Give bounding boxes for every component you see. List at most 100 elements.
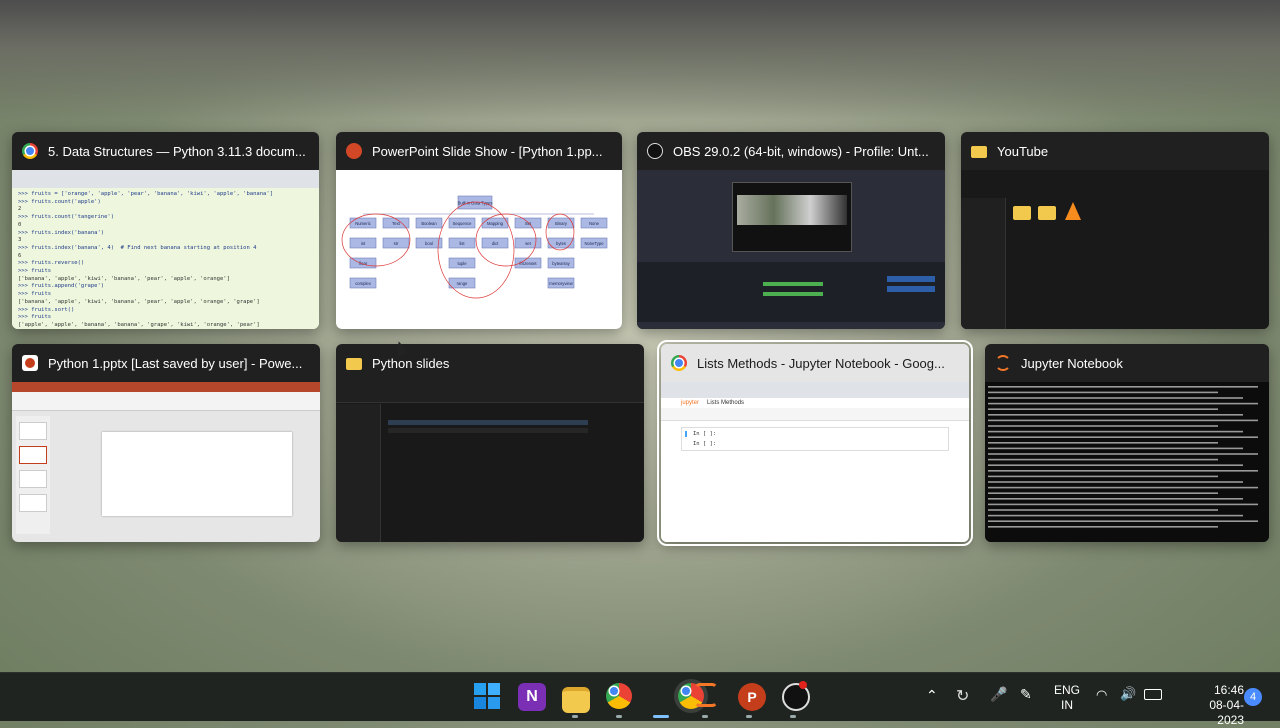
slide-node-label: complex xyxy=(355,281,371,286)
battery-icon[interactable] xyxy=(1144,689,1162,700)
console-line xyxy=(988,509,1218,511)
slide-node-label: range xyxy=(457,281,468,286)
sync-icon[interactable]: ↻ xyxy=(956,686,969,706)
console-line xyxy=(988,430,1243,433)
slide-node-label: memoryview xyxy=(549,281,573,286)
window-titlebar[interactable]: Jupyter Notebook xyxy=(985,344,1269,382)
taskbar: N P ⌃ ↻ 🎤 ✎ ENG IN ◠ 🔊 16:46 08-04-2023 … xyxy=(0,672,1280,727)
powerpoint-slideshow-icon xyxy=(346,143,362,159)
clock[interactable]: 16:46 08-04-2023 xyxy=(1194,683,1244,728)
code-line: 3 xyxy=(18,237,22,244)
pen-icon[interactable]: ✎ xyxy=(1020,686,1032,703)
console-line xyxy=(988,408,1218,410)
notebook-cell[interactable]: In [ ]: xyxy=(685,441,945,447)
onenote-icon[interactable]: N xyxy=(518,683,546,711)
file-explorer-icon[interactable] xyxy=(562,687,590,713)
slide-node-label: bytes xyxy=(556,241,566,246)
slide-node-label: Text xyxy=(392,221,401,226)
code-line: >>> fruits.count('tangerine') xyxy=(18,214,115,221)
slide-node-label: bool xyxy=(425,241,433,246)
microphone-icon[interactable]: 🎤 xyxy=(990,686,1007,703)
code-line: 6 xyxy=(18,252,22,259)
window-title: Python 1.pptx [Last saved by user] - Pow… xyxy=(48,355,303,371)
window-python-docs[interactable]: 5. Data Structures — Python 3.11.3 docum… xyxy=(12,132,319,329)
console-line xyxy=(988,514,1243,517)
console-line xyxy=(988,402,1258,405)
window-ppt-editor[interactable]: Python 1.pptx [Last saved by user] - Pow… xyxy=(12,344,320,542)
slide-node-label: Numeric xyxy=(355,221,371,226)
window-titlebar[interactable]: 5. Data Structures — Python 3.11.3 docum… xyxy=(12,132,319,170)
window-thumbnail: >>> fruits = ['orange', 'apple', 'pear',… xyxy=(12,170,319,329)
powerpoint-icon[interactable]: P xyxy=(738,683,766,711)
folder-icon xyxy=(346,358,362,370)
console-line xyxy=(988,498,1243,500)
window-obs[interactable]: OBS 29.0.2 (64-bit, windows) - Profile: … xyxy=(637,132,945,329)
recording-badge xyxy=(799,681,807,689)
console-line xyxy=(988,447,1243,450)
windows-start-icon[interactable] xyxy=(474,683,500,709)
slide-node-label: None xyxy=(589,221,600,226)
obs-icon xyxy=(647,143,663,159)
code-line: >>> fruits xyxy=(18,268,52,275)
chrome-icon[interactable] xyxy=(606,683,632,709)
window-thumbnail: Built in Data Types Numeric Text Boolean Seq… xyxy=(336,170,622,329)
wifi-icon[interactable]: ◠ xyxy=(1096,687,1107,703)
console-line xyxy=(988,419,1258,422)
browser-toolbar xyxy=(12,170,319,188)
console-line xyxy=(988,503,1258,506)
slide-node-label: NoneType xyxy=(584,241,604,246)
code-line: >>> fruits.sort() xyxy=(18,306,75,313)
slide-node-label: Binary xyxy=(555,221,568,226)
slide-node-label: Boolean xyxy=(421,221,437,226)
show-hidden-icons-chevron-icon[interactable]: ⌃ xyxy=(926,687,938,704)
slide-node-label: bytearray xyxy=(552,261,570,266)
code-line: >>> fruits.count('apple') xyxy=(18,198,101,205)
console-line xyxy=(988,414,1243,416)
console-line xyxy=(988,526,1218,528)
window-titlebar[interactable]: PowerPoint Slide Show - [Python 1.pp... xyxy=(336,132,622,170)
notification-badge[interactable]: 4 xyxy=(1244,688,1262,706)
window-youtube-folder[interactable]: YouTube xyxy=(961,132,1269,329)
window-thumbnail: jupyter Lists Methods In [ ]: In [ ]: xyxy=(661,382,969,542)
slide-node-label: Mapping xyxy=(487,221,504,226)
window-titlebar[interactable]: Lists Methods - Jupyter Notebook - Goog.… xyxy=(661,344,969,382)
window-jupyter-chrome[interactable]: Lists Methods - Jupyter Notebook - Goog.… xyxy=(657,340,973,546)
console-line xyxy=(988,442,1218,444)
window-title: Jupyter Notebook xyxy=(1021,355,1123,371)
obs-docks xyxy=(637,262,945,322)
code-line: 0 xyxy=(18,221,22,228)
slide-node-label: tuple xyxy=(457,261,467,266)
console-line xyxy=(988,520,1258,522)
window-jupyter-console[interactable]: Jupyter Notebook xyxy=(985,344,1269,542)
slide-diagram: Built in Data TypesNumeric Text Boolean Seq… xyxy=(341,195,608,299)
console-line xyxy=(988,391,1218,394)
window-python-slides-folder[interactable]: Python slides xyxy=(336,344,644,542)
code-line: ['banana', 'apple', 'kiwi', 'banana', 'p… xyxy=(18,298,260,305)
code-line: >>> fruits xyxy=(18,314,52,321)
slide-node-label: set xyxy=(525,241,531,246)
running-indicator xyxy=(616,715,622,718)
console-line xyxy=(988,436,1258,438)
slide-node-label: Sequence xyxy=(453,221,473,226)
volume-icon[interactable]: 🔊 xyxy=(1120,686,1136,702)
code-line: 2 xyxy=(18,206,22,213)
code-line: >>> fruits.index('banana', 4) # Find nex… xyxy=(18,244,257,251)
console-line xyxy=(988,453,1258,455)
slide-node-label: dict xyxy=(492,241,499,246)
window-ppt-slideshow[interactable]: PowerPoint Slide Show - [Python 1.pp... … xyxy=(336,132,622,329)
code-line: ['apple', 'apple', 'banana', 'banana', '… xyxy=(18,321,260,328)
notebook-cell[interactable]: In [ ]: xyxy=(685,431,945,437)
console-line xyxy=(988,475,1218,478)
window-titlebar[interactable]: Python slides xyxy=(336,344,644,382)
window-titlebar[interactable]: YouTube xyxy=(961,132,1269,170)
window-thumbnail xyxy=(336,382,644,542)
window-titlebar[interactable]: Python 1.pptx [Last saved by user] - Pow… xyxy=(12,344,320,382)
window-title: PowerPoint Slide Show - [Python 1.pp... xyxy=(372,143,603,159)
code-block: >>> fruits = ['orange', 'apple', 'pear',… xyxy=(12,188,319,329)
window-title: Lists Methods - Jupyter Notebook - Goog.… xyxy=(697,355,945,371)
jupyter-icon[interactable] xyxy=(694,683,718,707)
language-indicator[interactable]: ENG IN xyxy=(1054,683,1080,713)
code-line: >>> fruits xyxy=(18,291,52,298)
window-titlebar[interactable]: OBS 29.0.2 (64-bit, windows) - Profile: … xyxy=(637,132,945,170)
console-line xyxy=(988,470,1258,472)
